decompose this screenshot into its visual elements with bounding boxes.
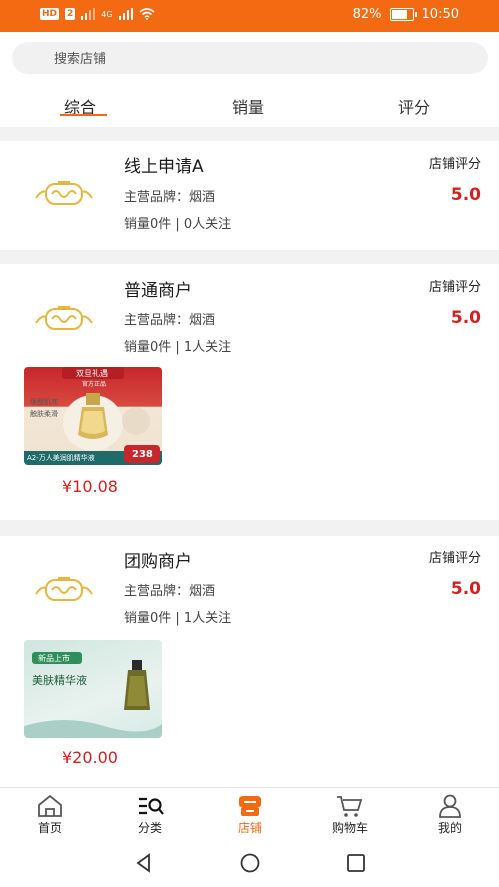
nav-label: 我的 xyxy=(437,821,462,835)
shop-brand: 主营品牌：烟酒 xyxy=(124,190,216,205)
product-price: ¥10.08 xyxy=(62,477,118,496)
nav-cart[interactable]: 购物车 xyxy=(310,788,390,838)
shop-name: 线上申请A xyxy=(124,157,204,177)
rating-label: 店铺评分 xyxy=(428,157,481,172)
product-desc: 焕醒肌底 xyxy=(30,398,58,406)
product-subtitle: 官方正品 xyxy=(82,381,107,388)
search-bar[interactable] xyxy=(12,42,488,76)
rating-value: 5.0 xyxy=(450,579,481,599)
divider xyxy=(0,127,499,141)
shop-name: 普通商户 xyxy=(124,281,192,301)
rating-value: 5.0 xyxy=(450,308,481,328)
product-card[interactable]: 双旦礼遇 官方正品 焕醒肌底 触肤柔滑 A2-万人美润肌精华液 238 xyxy=(24,367,162,465)
shop-brand: 主营品牌：烟酒 xyxy=(124,584,216,599)
product-desc: 触肤柔滑 xyxy=(30,410,58,418)
wifi-icon xyxy=(139,8,155,20)
nav-category[interactable]: 分类 xyxy=(110,788,190,838)
network-label: 4G xyxy=(101,9,113,19)
cart-icon xyxy=(337,796,363,817)
sim-indicator: 2 xyxy=(65,8,76,20)
recents-icon[interactable] xyxy=(345,852,367,874)
rating-label: 店铺评分 xyxy=(428,280,481,295)
search-input[interactable] xyxy=(52,42,476,76)
nav-label: 店铺 xyxy=(237,821,262,835)
product-desc: 美肤精华液 xyxy=(32,674,87,687)
system-nav xyxy=(0,838,499,887)
home-icon xyxy=(38,794,62,817)
shop-icon xyxy=(239,796,261,816)
bottom-nav: 首页 分类 店铺 购物车 我的 xyxy=(0,787,499,838)
shop-logo xyxy=(35,577,93,601)
product-banner: 新品上市 xyxy=(38,654,70,663)
hd-indicator: HD xyxy=(40,8,60,20)
nav-mine[interactable]: 我的 xyxy=(410,788,490,838)
shop-brand: 主营品牌：烟酒 xyxy=(124,313,216,328)
product-badge: 238 xyxy=(132,449,153,460)
nav-shop[interactable]: 店铺 xyxy=(210,788,290,838)
shop-name: 团购商户 xyxy=(124,552,192,572)
rating-label: 店铺评分 xyxy=(428,551,481,566)
product-caption: A2-万人美润肌精华液 xyxy=(27,454,95,462)
active-tab-indicator xyxy=(60,114,107,116)
battery-percent: 82% xyxy=(352,7,382,22)
category-icon xyxy=(139,797,164,815)
shop-stats: 销量0件 | 1人关注 xyxy=(124,340,232,355)
shop-stats: 销量0件 | 1人关注 xyxy=(124,611,232,626)
divider xyxy=(0,250,499,264)
shop-logo xyxy=(35,306,93,330)
nav-home[interactable]: 首页 xyxy=(10,788,90,838)
shop-logo xyxy=(35,181,93,205)
tab-sales[interactable]: 销量 xyxy=(232,94,264,118)
rating-value: 5.0 xyxy=(450,185,481,205)
nav-label: 购物车 xyxy=(331,821,368,835)
shop-stats: 销量0件 | 0人关注 xyxy=(124,217,232,232)
user-icon xyxy=(439,794,461,818)
battery-icon xyxy=(389,8,417,21)
nav-label: 分类 xyxy=(137,821,162,835)
product-price: ¥20.00 xyxy=(62,748,118,767)
sort-tabs: 综合 销量 评分 xyxy=(0,84,499,124)
nav-label: 首页 xyxy=(37,821,62,835)
home-button-icon[interactable] xyxy=(239,852,261,874)
signal-icon-2 xyxy=(118,8,133,20)
tab-rating[interactable]: 评分 xyxy=(398,94,430,118)
product-banner: 双旦礼遇 xyxy=(76,369,108,378)
divider xyxy=(0,520,499,536)
signal-icon xyxy=(81,8,96,20)
back-icon[interactable] xyxy=(133,852,155,874)
status-bar: HD 2 4G 82% 10:50 xyxy=(0,0,499,32)
product-card[interactable]: 新品上市 美肤精华液 xyxy=(24,640,162,738)
clock: 10:50 xyxy=(421,7,459,22)
